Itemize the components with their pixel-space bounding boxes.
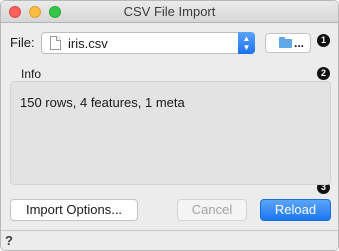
callout-badge-1: 1 (317, 34, 330, 47)
folder-icon (279, 37, 292, 48)
help-icon[interactable]: ? (5, 233, 13, 248)
info-group-label: Info (21, 67, 42, 81)
cancel-button[interactable]: Cancel (177, 199, 247, 221)
info-summary: 150 rows, 4 features, 1 meta (20, 95, 185, 110)
callout-badge-2: 2 (317, 67, 330, 80)
file-label: File: (10, 35, 35, 50)
title-bar[interactable]: CSV File Import (1, 1, 338, 23)
browse-button-label: ... (294, 36, 305, 50)
selected-file-name: iris.csv (68, 36, 108, 51)
reload-button[interactable]: Reload (260, 199, 331, 221)
browse-file-button[interactable]: ... (265, 33, 311, 53)
info-panel: 150 rows, 4 features, 1 meta (10, 81, 331, 185)
import-options-button[interactable]: Import Options... (10, 199, 138, 221)
csv-import-window: CSV File Import File: iris.csv ▲ ▼ ... 1 … (0, 0, 339, 251)
chevron-updown-icon[interactable]: ▲ ▼ (238, 32, 255, 54)
file-combobox[interactable]: iris.csv ▲ ▼ (41, 32, 255, 54)
status-bar: ? (1, 230, 338, 250)
document-icon (50, 36, 61, 50)
window-title: CSV File Import (123, 4, 216, 19)
